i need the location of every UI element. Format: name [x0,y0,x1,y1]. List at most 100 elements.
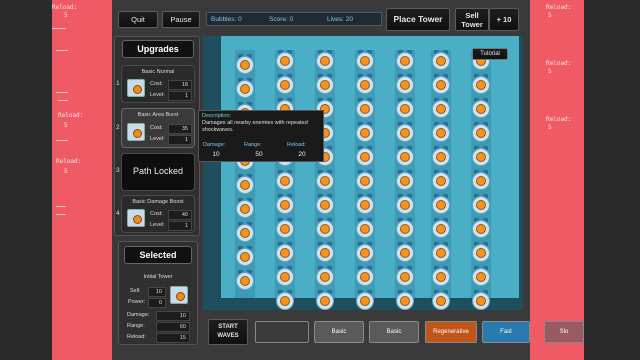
tower-sprite[interactable] [276,170,294,190]
power-value: 0 [148,298,166,308]
selected-tower-name: Initial Tower [143,274,173,280]
tower-sprite[interactable] [396,290,414,310]
tower-sprite[interactable] [356,98,374,118]
tower-sprite[interactable] [356,50,374,70]
tower-sprite[interactable] [432,122,450,142]
tower-sprite[interactable] [396,266,414,286]
bg-line [56,92,68,93]
cost-value: 35 [168,124,192,134]
wave-slow[interactable]: Slo [544,321,584,343]
tower-sprite[interactable] [472,122,490,142]
game-board[interactable] [203,36,523,310]
tower-sprite[interactable] [472,242,490,262]
tower-sprite[interactable] [236,78,254,98]
tower-sprite[interactable] [396,122,414,142]
tower-sprite[interactable] [356,218,374,238]
tower-sprite[interactable] [472,146,490,166]
wave-fast[interactable]: Fast [482,321,530,343]
tower-sprite[interactable] [396,146,414,166]
tower-sprite[interactable] [396,74,414,94]
tower-sprite[interactable] [432,50,450,70]
sell-tower-button[interactable]: Sell Tower [455,8,489,31]
tower-sprite[interactable] [432,170,450,190]
wave-regenerative[interactable]: Regenerative [425,321,477,343]
pause-button[interactable]: Pause [162,11,200,28]
tooltip-range-label: Range: [244,142,262,148]
tower-sprite[interactable] [316,266,334,286]
tower-sprite[interactable] [276,194,294,214]
bg-line [56,214,66,215]
tower-sprite[interactable] [432,146,450,166]
tower-sprite[interactable] [236,54,254,74]
tower-sprite[interactable] [236,222,254,242]
upgrade-basic-damage-boost[interactable]: Basic Damage Boost Cost: 40 Level: 1 [121,195,195,233]
tower-sprite[interactable] [396,170,414,190]
wave-slot-empty [255,321,309,343]
reload-label: Reload: [127,334,146,340]
level-value: 1 [168,91,192,101]
tower-sprite[interactable] [276,266,294,286]
tower-sprite[interactable] [472,266,490,286]
tower-sprite[interactable] [356,242,374,262]
tooltip-damage-label: Damage: [203,142,226,148]
tower-sprite[interactable] [236,270,254,290]
tower-sprite[interactable] [316,50,334,70]
tower-sprite[interactable] [396,218,414,238]
tower-sprite[interactable] [472,170,490,190]
damage-label: Damage: [127,312,150,318]
tower-sprite[interactable] [472,218,490,238]
tower-sprite[interactable] [316,242,334,262]
tower-sprite[interactable] [236,198,254,218]
bg-value: 5 [548,68,552,75]
tower-sprite[interactable] [432,290,450,310]
tower-sprite[interactable] [356,74,374,94]
tower-sprite[interactable] [356,122,374,142]
tower-sprite[interactable] [356,194,374,214]
wave-basic[interactable]: Basic [369,321,419,343]
tower-sprite[interactable] [316,74,334,94]
tower-sprite[interactable] [276,242,294,262]
place-tower-button[interactable]: Place Tower [386,8,450,31]
tower-sprite[interactable] [276,290,294,310]
tower-sprite[interactable] [396,98,414,118]
tower-sprite[interactable] [316,290,334,310]
tower-sprite[interactable] [472,98,490,118]
wave-basic[interactable]: Basic [314,321,364,343]
tower-sprite[interactable] [432,98,450,118]
tower-sprite[interactable] [432,194,450,214]
tower-sprite[interactable] [276,74,294,94]
tower-sprite[interactable] [472,194,490,214]
tower-sprite[interactable] [396,50,414,70]
tower-sprite[interactable] [356,170,374,190]
selected-title: Selected [124,246,192,264]
cost-label: Cost: [150,125,163,131]
tower-sprite[interactable] [236,246,254,266]
tower-sprite[interactable] [472,74,490,94]
reload-value: 15 [156,333,190,343]
cost-label: Cost: [150,211,163,217]
tower-sprite[interactable] [472,290,490,310]
tower-sprite[interactable] [276,50,294,70]
bubbles-counter: Bubbles: 0 [211,15,242,23]
tutorial-button[interactable]: Tutorial [472,48,508,60]
upgrade-basic-normal[interactable]: Basic Normal Cost: 18 Level: 1 [121,65,195,103]
start-waves-button[interactable]: START WAVES [208,319,248,345]
quit-button[interactable]: Quit [118,11,158,28]
tower-sprite[interactable] [396,194,414,214]
tower-sprite[interactable] [356,290,374,310]
tower-sprite[interactable] [236,174,254,194]
tower-sprite[interactable] [356,146,374,166]
tower-sprite[interactable] [432,242,450,262]
tower-sprite[interactable] [396,242,414,262]
tower-sprite[interactable] [356,266,374,286]
tower-sprite[interactable] [432,266,450,286]
tower-sprite[interactable] [316,194,334,214]
status-bar: Bubbles: 0 Score: 0 Lives: 20 [206,12,382,26]
tower-sprite[interactable] [316,170,334,190]
tower-sprite[interactable] [276,218,294,238]
tower-sprite[interactable] [432,218,450,238]
tower-sprite[interactable] [432,74,450,94]
tower-sprite[interactable] [316,218,334,238]
upgrade-basic-area-burst[interactable]: Basic Area Burst Cost: 35 Level: 1 [121,108,195,148]
sell-value-label: + 10 [489,8,519,31]
